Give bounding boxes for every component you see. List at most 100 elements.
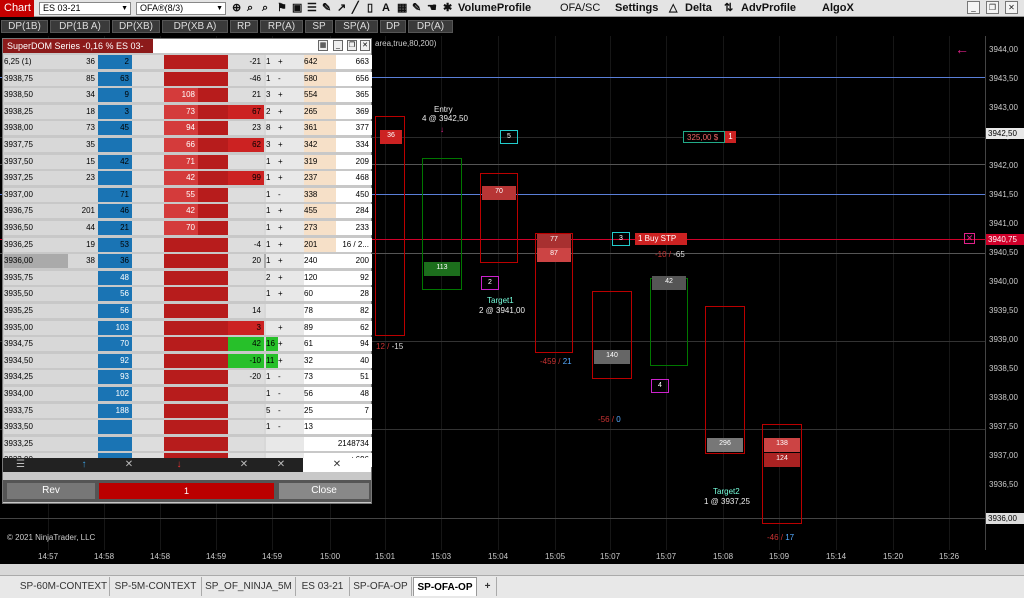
- close-icon[interactable]: ✕: [360, 40, 370, 51]
- ladder-row[interactable]: 3937,50 15 42 71 1 +319 209: [4, 154, 372, 169]
- arrow-up-icon[interactable]: ↑: [68, 458, 100, 472]
- ladder-row[interactable]: 3935,25 56 14 78 82: [4, 304, 372, 318]
- ladder-row[interactable]: 3934,25 93 -20 1-73 51: [4, 370, 372, 385]
- rp-button[interactable]: RP: [230, 20, 258, 33]
- pin-icon[interactable]: ✎: [322, 1, 331, 16]
- star-icon[interactable]: ✱: [443, 1, 452, 16]
- ladder-row[interactable]: 3933,75 188 5-25 7: [4, 403, 372, 418]
- ladder-row[interactable]: 3936,50 44 21 70 1 +273 233: [4, 221, 372, 235]
- ladder-row[interactable]: 3935,00 103 3 +89 62: [4, 320, 372, 335]
- cancel-asks-icon[interactable]: ✕: [228, 458, 260, 472]
- zoom-out-icon[interactable]: ⌕: [262, 1, 268, 16]
- superdom-titlebar[interactable]: SuperDOM Series -0,16 % ES 03-21 ▦ _ ❐ ✕: [3, 39, 371, 65]
- cancel-all-icon[interactable]: ✕: [265, 458, 297, 472]
- ladder-row[interactable]: 3934,50 92 -10 11 +32 40: [4, 353, 372, 368]
- ladder-bid: [98, 404, 132, 418]
- minimize-icon[interactable]: _: [333, 40, 343, 51]
- chart-tab[interactable]: Chart: [0, 0, 34, 17]
- algox-button[interactable]: AlgoX: [822, 1, 854, 16]
- ladder-row[interactable]: 3937,00 71 55 1- 338 450: [4, 187, 372, 202]
- minimize-icon[interactable]: _: [967, 1, 980, 14]
- series-value: OFA®(8/3): [140, 3, 184, 13]
- ladder-row[interactable]: 3937,25 23 42 99 1 +237 468: [4, 171, 372, 186]
- time-axis[interactable]: 14:57 14:58 14:58 14:59 14:59 15:00 15:0…: [0, 550, 1024, 564]
- arrow-icon[interactable]: ↗: [337, 1, 346, 16]
- price-axis[interactable]: 3944,00 3943,50 3943,00 3942,50 3942,00 …: [985, 36, 1024, 550]
- dp-xb-a-button[interactable]: DP(XB A): [162, 20, 228, 33]
- ladder-level-qty: 3: [266, 90, 271, 100]
- cancel-bids-icon[interactable]: ✕: [113, 458, 145, 472]
- ladder-level-qty: 11: [266, 353, 278, 368]
- ladder-row[interactable]: 3938,75 85 63 -46 1- 580 656: [4, 71, 372, 86]
- add-tab-button[interactable]: +: [479, 577, 497, 596]
- grid-icon[interactable]: ▦: [318, 40, 328, 51]
- x-tick: 14:59: [262, 552, 283, 561]
- ladder-row[interactable]: 3937,75 35 66 62 3 +342 334: [4, 138, 372, 152]
- text-icon[interactable]: A: [382, 1, 390, 16]
- instrument-selector[interactable]: ES 03-21 ▼: [39, 2, 131, 15]
- ladder-bid: 46: [120, 206, 129, 216]
- dp-1b-a-button[interactable]: DP(1B A): [50, 20, 110, 33]
- ladder-row[interactable]: 6,25 (1) 36 2 -21 1 +642 663: [4, 55, 372, 69]
- restore-icon[interactable]: ❐: [986, 1, 999, 14]
- settings-button[interactable]: Settings: [615, 1, 658, 16]
- ofa-sc-button[interactable]: OFA/SC: [560, 1, 600, 16]
- tab-sp-5m-context[interactable]: SP-5M-CONTEXT: [110, 577, 202, 596]
- tab-sp-60m-context[interactable]: SP-60M-CONTEXT: [18, 577, 110, 596]
- sp-button[interactable]: SP: [305, 20, 333, 33]
- flag-icon[interactable]: ⚑: [277, 1, 287, 16]
- ladder-cell-bg: [198, 88, 228, 103]
- ladder-row[interactable]: 3934,75 70 42 16 +61 94: [4, 337, 372, 352]
- arrow-down-icon[interactable]: ↓: [163, 458, 195, 472]
- tab-es-03-21[interactable]: ES 03-21: [296, 577, 350, 596]
- dp-xb-button[interactable]: DP(XB): [112, 20, 160, 33]
- sp-a-button[interactable]: SP(A): [335, 20, 378, 33]
- close-button[interactable]: Close: [279, 483, 369, 499]
- series-selector[interactable]: OFA®(8/3) ▼: [136, 2, 226, 15]
- volume-profile-button[interactable]: VolumeProfile: [458, 1, 558, 16]
- rp-a-button[interactable]: RP(A): [260, 20, 303, 33]
- tab-sp-ofa-op-active[interactable]: SP-OFA-OP: [413, 577, 477, 596]
- close-icon[interactable]: ✕: [1005, 1, 1018, 14]
- ladder-row[interactable]: 3938,00 73 45 94 23 8 +361 377: [4, 121, 372, 136]
- ladder-ask: [164, 354, 198, 368]
- ladder-row[interactable]: 3938,25 18 3 73 67 2 +265 369: [4, 104, 372, 119]
- delta-button[interactable]: Delta: [685, 1, 712, 16]
- ladder-total: 48: [360, 389, 369, 398]
- ladder-row[interactable]: 3935,75 48 2 +120 92: [4, 270, 372, 285]
- ladder-row[interactable]: 3933,25 2148734: [4, 436, 372, 451]
- ladder-row[interactable]: 3938,50 34 9 108 21 3 +554 365: [4, 88, 372, 103]
- ladder-level-sign: -: [278, 372, 281, 382]
- pen-icon[interactable]: ✎: [412, 1, 421, 16]
- line-icon[interactable]: ╱: [352, 1, 359, 16]
- ladder-row[interactable]: 3936,25 19 53 -4 1 +201 16 / 2...: [4, 237, 372, 252]
- list-icon[interactable]: ☰: [307, 1, 317, 16]
- tab-sp-ofa-op[interactable]: SP-OFA-OP: [350, 577, 412, 596]
- ladder-row[interactable]: 3933,50 1- 13: [4, 420, 372, 435]
- dp-1b-button[interactable]: DP(1B): [1, 20, 48, 33]
- dp-a-button[interactable]: DP(A): [408, 20, 453, 33]
- dp-button[interactable]: DP: [380, 20, 406, 33]
- adv-profile-button[interactable]: AdvProfile: [741, 1, 796, 16]
- zoom-icon[interactable]: ⌕: [247, 1, 253, 16]
- reverse-button[interactable]: Rev: [7, 483, 95, 499]
- buy-stop-order[interactable]: 1 Buy STP: [635, 233, 687, 245]
- hand-icon[interactable]: ☚: [427, 1, 437, 16]
- menu-icon[interactable]: ☰: [3, 458, 38, 472]
- ladder-bid: [98, 138, 132, 152]
- ladder-cell-bg: [68, 287, 98, 302]
- close-position-icon[interactable]: ✕: [303, 458, 371, 472]
- cancel-order-icon[interactable]: ✕: [964, 233, 975, 244]
- ladder-row[interactable]: 3936,00 38 36 20 1 +240 200: [4, 254, 372, 269]
- bar-icon[interactable]: ▯: [367, 1, 373, 16]
- ladder-delta: -10: [228, 353, 264, 368]
- crosshair-icon[interactable]: ⊕: [232, 1, 241, 16]
- ladder-row[interactable]: 3935,50 56 1 +60 28: [4, 287, 372, 302]
- table-icon[interactable]: ▦: [397, 1, 407, 16]
- tab-sp-of-ninja-5m[interactable]: SP_OF_NINJA_5M: [202, 577, 296, 596]
- camera-icon[interactable]: ▣: [292, 1, 302, 16]
- ladder-row[interactable]: 3934,00 102 1-56 48: [4, 387, 372, 401]
- restore-icon[interactable]: ❐: [347, 40, 357, 51]
- ladder-row[interactable]: 3936,75 201 46 42 1 +455 284: [4, 204, 372, 219]
- ladder-level-sign: +: [278, 140, 283, 149]
